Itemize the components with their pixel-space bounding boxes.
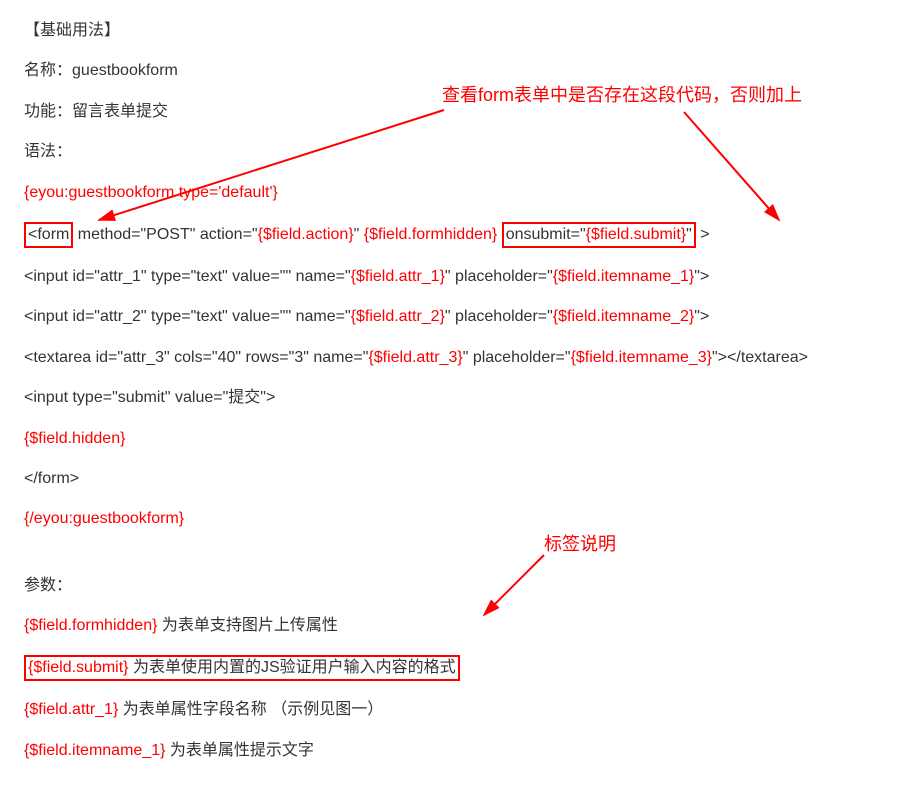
code-text: method="POST" action=": [73, 226, 257, 243]
code-text: <input id="attr_1" type="text" value="" …: [24, 268, 351, 285]
params-label: 参数：: [24, 575, 911, 597]
param-itemname1: {$field.itemname_1} 为表单属性提示文字: [24, 740, 911, 762]
section-header: 【基础用法】: [24, 20, 911, 42]
param-text: 为表单属性字段名称 （示例见图一）: [118, 701, 383, 718]
param-var: {$field.formhidden}: [24, 617, 157, 634]
code-input2: <input id="attr_2" type="text" value="" …: [24, 306, 911, 328]
code-form-close: </form>: [24, 468, 911, 490]
annotation-form-check: 查看form表单中是否存在这段代码，否则加上: [442, 83, 802, 108]
code-close-tag: {/eyou:guestbookform}: [24, 508, 911, 530]
param-submit: {$field.submit} 为表单使用内置的JS验证用户输入内容的格式: [24, 655, 911, 681]
code-text: <textarea id="attr_3" cols="40" rows="3"…: [24, 349, 368, 366]
code-text: " placeholder=": [463, 349, 571, 366]
name-label: 名称：: [24, 62, 72, 79]
param-var: {$field.submit}: [28, 659, 129, 676]
code-var: {$field.itemname_2}: [553, 308, 694, 325]
code-text: ": [354, 226, 364, 243]
func-label: 功能：: [24, 103, 72, 120]
code-var: {$field.attr_2}: [351, 308, 445, 325]
code-var: {$field.attr_1}: [351, 268, 445, 285]
box-param-submit: {$field.submit} 为表单使用内置的JS验证用户输入内容的格式: [24, 655, 460, 681]
box-onsubmit: onsubmit="{$field.submit}": [502, 222, 696, 248]
code-input1: <input id="attr_1" type="text" value="" …: [24, 266, 911, 288]
code-open-tag: {eyou:guestbookform type='default'}: [24, 182, 911, 204]
param-var: {$field.itemname_1}: [24, 742, 165, 759]
code-var-formhidden: {$field.formhidden}: [364, 226, 497, 243]
code-var-submit: {$field.submit}: [586, 226, 687, 243]
param-text: 为表单属性提示文字: [165, 742, 313, 759]
code-hidden: {$field.hidden}: [24, 428, 911, 450]
code-form-line: <form method="POST" action="{$field.acti…: [24, 222, 911, 248]
code-var-action: {$field.action}: [258, 226, 354, 243]
code-var: {$field.itemname_1}: [553, 268, 694, 285]
param-var: {$field.attr_1}: [24, 701, 118, 718]
code-text: "></textarea>: [712, 349, 808, 366]
param-text: 为表单支持图片上传属性: [157, 617, 337, 634]
param-formhidden: {$field.formhidden} 为表单支持图片上传属性: [24, 615, 911, 637]
code-var: {$field.attr_3}: [368, 349, 462, 366]
name-line: 名称：guestbookform: [24, 60, 911, 82]
code-text: " placeholder=": [445, 308, 553, 325]
code-textarea: <textarea id="attr_3" cols="40" rows="3"…: [24, 347, 911, 369]
code-text: >: [696, 226, 710, 243]
code-text: " placeholder=": [445, 268, 553, 285]
name-value: guestbookform: [72, 62, 178, 79]
code-text: ">: [694, 308, 709, 325]
syntax-label: 语法：: [24, 141, 911, 163]
param-text: 为表单使用内置的JS验证用户输入内容的格式: [129, 659, 456, 676]
code-text: <input id="attr_2" type="text" value="" …: [24, 308, 351, 325]
func-value: 留言表单提交: [72, 103, 168, 120]
code-submit: <input type="submit" value="提交">: [24, 387, 911, 409]
code-text: ">: [694, 268, 709, 285]
code-var: {$field.itemname_3}: [571, 349, 712, 366]
annotation-tag-desc: 标签说明: [544, 532, 616, 557]
box-form: <form: [24, 222, 73, 248]
param-attr1: {$field.attr_1} 为表单属性字段名称 （示例见图一）: [24, 699, 911, 721]
code-text: onsubmit=": [506, 226, 586, 243]
code-text: ": [686, 226, 692, 243]
